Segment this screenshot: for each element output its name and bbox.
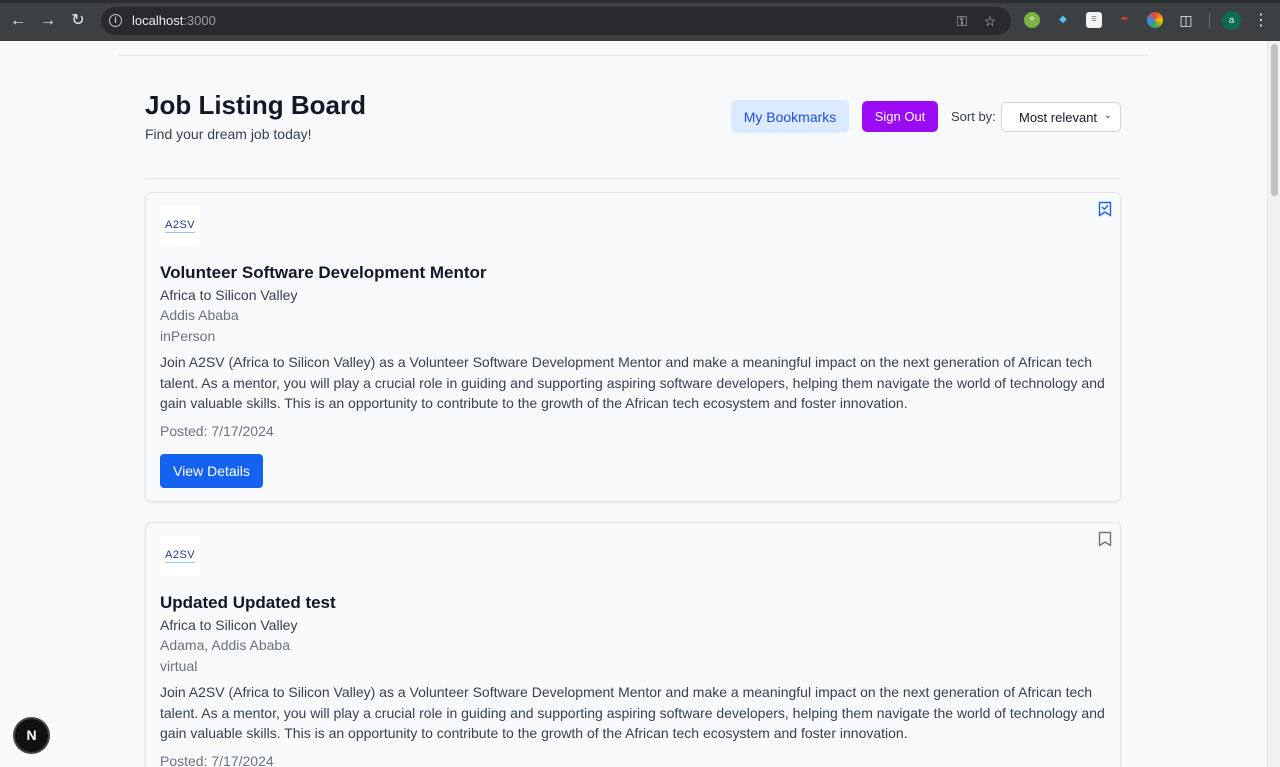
job-mode: virtual	[160, 658, 198, 674]
address-bar[interactable]: i localhost:3000 ⚿ ☆	[101, 7, 1011, 35]
key-icon[interactable]: ⚿	[954, 13, 970, 29]
forward-arrow-icon[interactable]: →	[38, 11, 58, 31]
site-info-icon[interactable]: i	[109, 14, 122, 27]
job-posted-date: Posted: 7/17/2024	[160, 423, 274, 439]
back-arrow-icon[interactable]: ←	[8, 11, 28, 31]
job-mode: inPerson	[160, 328, 216, 344]
job-location: Addis Ababa	[160, 307, 239, 323]
pen-ext-icon[interactable]: ✒	[1117, 12, 1133, 28]
url-host: localhost	[132, 13, 184, 28]
my-bookmarks-button[interactable]: My Bookmarks	[731, 100, 849, 133]
job-description: Join A2SV (Africa to Silicon Valley) as …	[160, 354, 1105, 411]
profile-avatar[interactable]: a	[1222, 11, 1241, 30]
job-company: Africa to Silicon Valley	[160, 617, 298, 633]
color-ext-icon[interactable]	[1147, 12, 1163, 28]
logo-text: A2SV	[165, 549, 196, 561]
reload-icon[interactable]: ↻	[68, 11, 88, 31]
address-url: localhost:3000	[132, 13, 216, 28]
nextjs-dev-indicator[interactable]: N	[15, 719, 48, 752]
job-description: Join A2SV (Africa to Silicon Valley) as …	[160, 684, 1105, 741]
chevron-down-icon: ⌄	[1103, 110, 1112, 121]
toolbar-divider	[1209, 13, 1210, 29]
job-title: Updated Updated test	[160, 593, 336, 612]
sort-selected-value: Most relevant	[1019, 110, 1098, 125]
more-menu-icon[interactable]: ⋮	[1253, 11, 1269, 31]
scrollbar-thumb[interactable]	[1271, 44, 1278, 196]
top-divider	[118, 55, 1148, 56]
page-scrollbar[interactable]	[1267, 41, 1280, 767]
tab-strip	[0, 0, 1280, 3]
gem-ext-icon[interactable]: ◆	[1055, 12, 1071, 28]
sort-label: Sort by:	[951, 109, 996, 124]
company-logo: A2SV	[160, 536, 200, 576]
job-posted-date: Posted: 7/17/2024	[160, 753, 274, 767]
puzzle-icon[interactable]: ◫	[1178, 12, 1194, 28]
logo-underline	[165, 562, 195, 563]
job-title: Volunteer Software Development Mentor	[160, 263, 487, 282]
browser-toolbar: ← → ↻ i localhost:3000 ⚿ ☆ + ◆ ☰ ✒ ◫ a ⋮	[0, 0, 1280, 41]
bookmark-icon[interactable]	[1098, 531, 1112, 547]
plus-ext-icon[interactable]: +	[1024, 12, 1040, 28]
bookmark-checked-icon[interactable]	[1098, 201, 1112, 217]
sort-select[interactable]: Most relevant ⌄	[1001, 102, 1121, 132]
url-port: :3000	[183, 13, 216, 28]
job-card: A2SV Volunteer Software Development Ment…	[145, 192, 1121, 502]
header-divider	[145, 178, 1121, 179]
note-ext-icon[interactable]: ☰	[1086, 12, 1102, 28]
logo-text: A2SV	[165, 219, 196, 231]
job-card: A2SV Updated Updated test Africa to Sili…	[145, 522, 1121, 767]
page-title: Job Listing Board	[145, 90, 366, 120]
job-location: Adama, Addis Ababa	[160, 637, 290, 653]
logo-underline	[165, 232, 195, 233]
sign-out-button[interactable]: Sign Out	[862, 101, 938, 132]
view-details-button[interactable]: View Details	[160, 454, 263, 488]
job-company: Africa to Silicon Valley	[160, 287, 298, 303]
company-logo: A2SV	[160, 206, 200, 246]
page-subtitle: Find your dream job today!	[145, 126, 312, 142]
star-icon[interactable]: ☆	[982, 13, 998, 29]
